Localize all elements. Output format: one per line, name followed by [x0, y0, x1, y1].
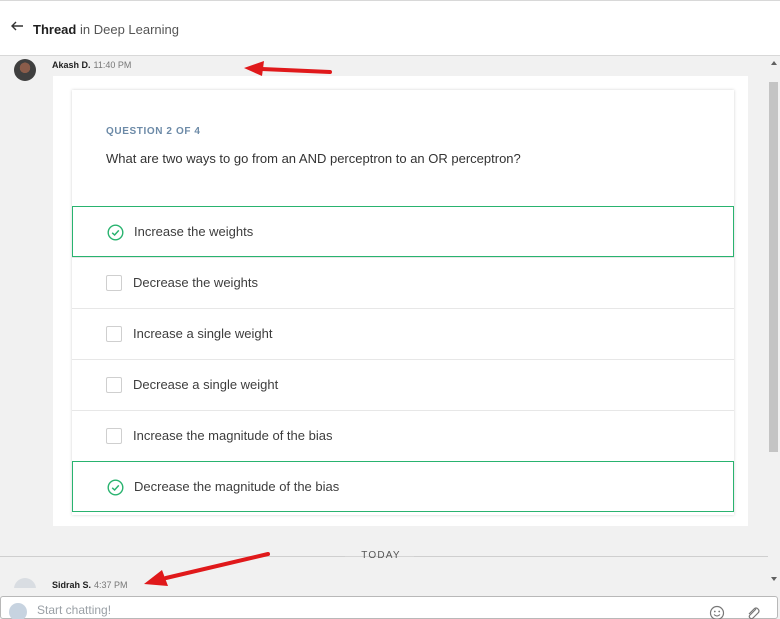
thread-title: Thread in Deep Learning [33, 22, 179, 37]
message-time: 11:40 PM [93, 60, 132, 70]
annotation-arrow-icon [144, 552, 270, 586]
scroll-down-icon[interactable] [771, 577, 777, 581]
option-label: Increase a single weight [133, 326, 273, 341]
question-number: QUESTION 2 OF 4 [106, 126, 201, 137]
option-item[interactable]: Decrease the magnitude of the bias [72, 461, 734, 512]
option-label: Decrease the weights [133, 275, 259, 290]
option-label: Decrease a single weight [133, 377, 279, 392]
avatar [9, 603, 27, 619]
in-label: in [79, 22, 91, 37]
option-item[interactable]: Increase a single weight [72, 308, 734, 359]
scrollbar[interactable] [768, 56, 780, 588]
check-circle-icon [107, 224, 124, 241]
option-label: Increase the weights [134, 224, 254, 239]
option-item[interactable]: Decrease a single weight [72, 359, 734, 410]
paperclip-icon[interactable] [745, 605, 761, 619]
thread-header: Thread in Deep Learning [0, 0, 780, 56]
message-meta: Sidrah S. 4:37 PM [52, 580, 128, 588]
avatar[interactable] [14, 59, 36, 81]
chat-composer [0, 596, 778, 619]
checkbox[interactable] [106, 377, 122, 393]
scrollbar-thumb[interactable] [769, 82, 778, 452]
checkbox[interactable] [106, 326, 122, 342]
emoji-icon[interactable] [709, 605, 725, 619]
channel-link[interactable]: Deep Learning [94, 22, 179, 37]
message-meta: Akash D. 11:40 PM [52, 60, 131, 70]
checkbox[interactable] [106, 428, 122, 444]
option-label: Increase the magnitude of the bias [133, 428, 333, 443]
checkbox[interactable] [106, 275, 122, 291]
chat-input[interactable] [37, 603, 637, 617]
quiz-card: QUESTION 2 OF 4 What are two ways to go … [72, 90, 734, 515]
thread-label: Thread [33, 22, 77, 37]
message-time: 4:37 PM [94, 580, 128, 588]
options-list: Increase the weights Decrease the weight… [72, 206, 734, 512]
author-name[interactable]: Akash D. [52, 60, 91, 70]
annotation-arrow-icon [244, 61, 332, 76]
scroll-up-icon[interactable] [771, 61, 777, 65]
date-separator: TODAY [361, 550, 401, 561]
divider [414, 556, 768, 557]
option-item[interactable]: Increase the magnitude of the bias [72, 410, 734, 461]
check-circle-icon [107, 479, 124, 496]
option-item[interactable]: Increase the weights [72, 206, 734, 257]
back-arrow-icon[interactable] [9, 18, 25, 34]
option-item[interactable]: Decrease the weights [72, 257, 734, 308]
option-label: Decrease the magnitude of the bias [134, 479, 340, 494]
author-name[interactable]: Sidrah S. [52, 580, 91, 588]
question-text: What are two ways to go from an AND perc… [106, 151, 521, 166]
avatar[interactable] [14, 578, 36, 588]
